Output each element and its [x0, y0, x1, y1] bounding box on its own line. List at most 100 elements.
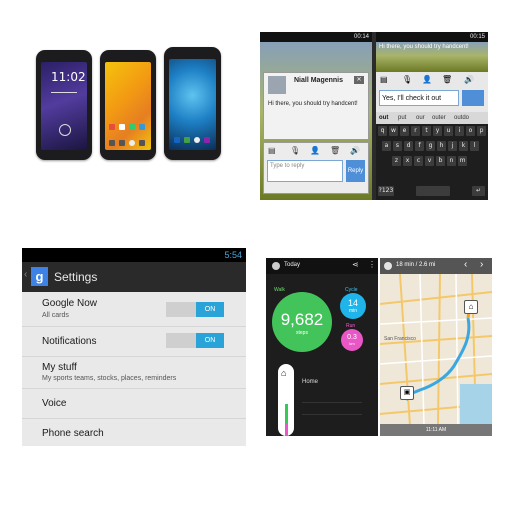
mode-key[interactable]: ?123: [378, 186, 394, 196]
app-icon[interactable]: [109, 124, 115, 130]
close-icon[interactable]: ✕: [354, 76, 364, 84]
key-s[interactable]: s: [393, 141, 402, 151]
status-bar: 5:54: [22, 248, 246, 262]
key-t[interactable]: t: [422, 126, 431, 136]
dock-icon[interactable]: [109, 140, 115, 146]
settings-row-voice[interactable]: Voice: [22, 388, 246, 419]
next-chevron-icon[interactable]: ›: [480, 259, 483, 270]
app-drawer-icon[interactable]: [194, 137, 200, 143]
app-bar: Today ⋖ ⋮: [266, 258, 378, 274]
speaker-icon[interactable]: 🔊: [350, 146, 360, 155]
steps-unit: steps: [296, 330, 308, 336]
suggestion[interactable]: our: [416, 112, 425, 124]
enter-key[interactable]: ↵: [472, 186, 485, 196]
key-j[interactable]: j: [448, 141, 457, 151]
key-w[interactable]: w: [389, 126, 398, 136]
overflow-menu-icon[interactable]: ⋮: [368, 260, 376, 269]
account-avatar[interactable]: [272, 262, 280, 270]
key-k[interactable]: k: [459, 141, 468, 151]
reply-button[interactable]: Reply: [346, 160, 365, 182]
message-text: Hi there, you should try handcent!: [379, 44, 469, 50]
status-time: 00:15: [469, 34, 485, 40]
speaker-icon[interactable]: 🔊: [464, 75, 474, 84]
key-q[interactable]: q: [378, 126, 387, 136]
settings-row-phone-search[interactable]: Phone search: [22, 418, 246, 446]
mic-icon[interactable]: 🎙: [402, 75, 412, 84]
transit-marker-icon[interactable]: ▣: [400, 386, 414, 400]
fitness-screen: Today ⋖ ⋮ Walk 9,682 steps Cycle 14 min …: [266, 258, 378, 436]
mic-icon[interactable]: 🎙: [290, 146, 300, 155]
app-icon[interactable]: [184, 137, 190, 143]
key-v[interactable]: v: [425, 156, 434, 166]
key-p[interactable]: p: [477, 126, 486, 136]
timeline-pill: ⌂: [278, 364, 294, 436]
settings-row-my-stuff[interactable]: My stuff My sports teams, stocks, places…: [22, 356, 246, 389]
key-f[interactable]: f: [415, 141, 424, 151]
app-icon[interactable]: [139, 124, 145, 130]
key-b[interactable]: b: [436, 156, 445, 166]
key-n[interactable]: n: [447, 156, 456, 166]
notifications-toggle[interactable]: ON: [166, 333, 224, 348]
app-drawer-icon[interactable]: [129, 140, 135, 146]
key-m[interactable]: m: [458, 156, 467, 166]
key-i[interactable]: i: [455, 126, 464, 136]
google-now-toggle[interactable]: ON: [166, 302, 224, 317]
home-marker-icon[interactable]: ⌂: [464, 300, 478, 314]
phone-right: [164, 47, 221, 160]
dock-icon[interactable]: [139, 140, 145, 146]
steps-bubble[interactable]: 9,682 steps: [272, 292, 332, 352]
suggestion[interactable]: out: [379, 112, 388, 124]
key-c[interactable]: c: [414, 156, 423, 166]
key-h[interactable]: h: [437, 141, 446, 151]
key-r[interactable]: r: [411, 126, 420, 136]
settings-panel: 5:54 ‹ g Settings Google Now All cards O…: [22, 248, 246, 446]
key-a[interactable]: a: [382, 141, 391, 151]
reply-button[interactable]: [462, 90, 484, 106]
key-d[interactable]: d: [404, 141, 413, 151]
map-canvas[interactable]: [380, 274, 492, 426]
keyboard: qwertyuiop asdfghjkl zxcvbnm ?123 ↵: [376, 124, 488, 200]
contact-icon[interactable]: 👤: [310, 146, 320, 155]
key-z[interactable]: z: [392, 156, 401, 166]
suggestion[interactable]: put: [398, 112, 406, 124]
delete-icon[interactable]: 🗑: [330, 146, 340, 155]
message-icon[interactable]: ▤: [380, 75, 388, 84]
row-subtitle: My sports teams, stocks, places, reminde…: [42, 375, 177, 382]
unlock-ring-icon[interactable]: [59, 124, 71, 136]
key-x[interactable]: x: [403, 156, 412, 166]
reply-input[interactable]: Type to reply: [267, 160, 343, 182]
key-e[interactable]: e: [400, 126, 409, 136]
app-icon[interactable]: [129, 124, 135, 130]
share-icon[interactable]: ⋖: [352, 260, 359, 269]
key-y[interactable]: y: [433, 126, 442, 136]
back-chevron-icon[interactable]: ‹: [24, 269, 27, 280]
delete-icon[interactable]: 🗑: [442, 75, 452, 84]
reply-area: ▤ 🎙 👤 🗑 🔊 Type to reply Reply: [263, 142, 369, 194]
run-unit: km: [349, 341, 355, 346]
key-u[interactable]: u: [444, 126, 453, 136]
app-icon[interactable]: [119, 124, 125, 130]
row-subtitle: All cards: [42, 312, 69, 319]
phone-app-icon[interactable]: [174, 137, 180, 143]
status-time: 5:54: [224, 250, 242, 260]
dock-icon[interactable]: [119, 140, 125, 146]
run-segment: [285, 424, 288, 436]
cycle-bubble[interactable]: 14 min: [340, 293, 366, 319]
navigation-header: 18 min / 2.6 mi ‹ ›: [380, 258, 492, 274]
settings-row-google-now[interactable]: Google Now All cards ON: [22, 292, 246, 327]
key-l[interactable]: l: [470, 141, 479, 151]
settings-row-notifications[interactable]: Notifications ON: [22, 326, 246, 357]
contact-icon[interactable]: 👤: [422, 75, 432, 84]
space-key[interactable]: [416, 186, 450, 196]
key-g[interactable]: g: [426, 141, 435, 151]
message-icon[interactable]: ▤: [268, 146, 276, 155]
account-avatar[interactable]: [384, 262, 392, 270]
app-icon[interactable]: [204, 137, 210, 143]
reply-input[interactable]: Yes, I'll check it out: [379, 90, 459, 106]
suggestion[interactable]: outdo: [454, 112, 469, 124]
run-bubble[interactable]: 0.3 km: [341, 329, 363, 351]
status-time: 00:14: [353, 34, 369, 40]
key-o[interactable]: o: [466, 126, 475, 136]
suggestion[interactable]: outer: [432, 112, 446, 124]
previous-chevron-icon[interactable]: ‹: [464, 259, 467, 270]
